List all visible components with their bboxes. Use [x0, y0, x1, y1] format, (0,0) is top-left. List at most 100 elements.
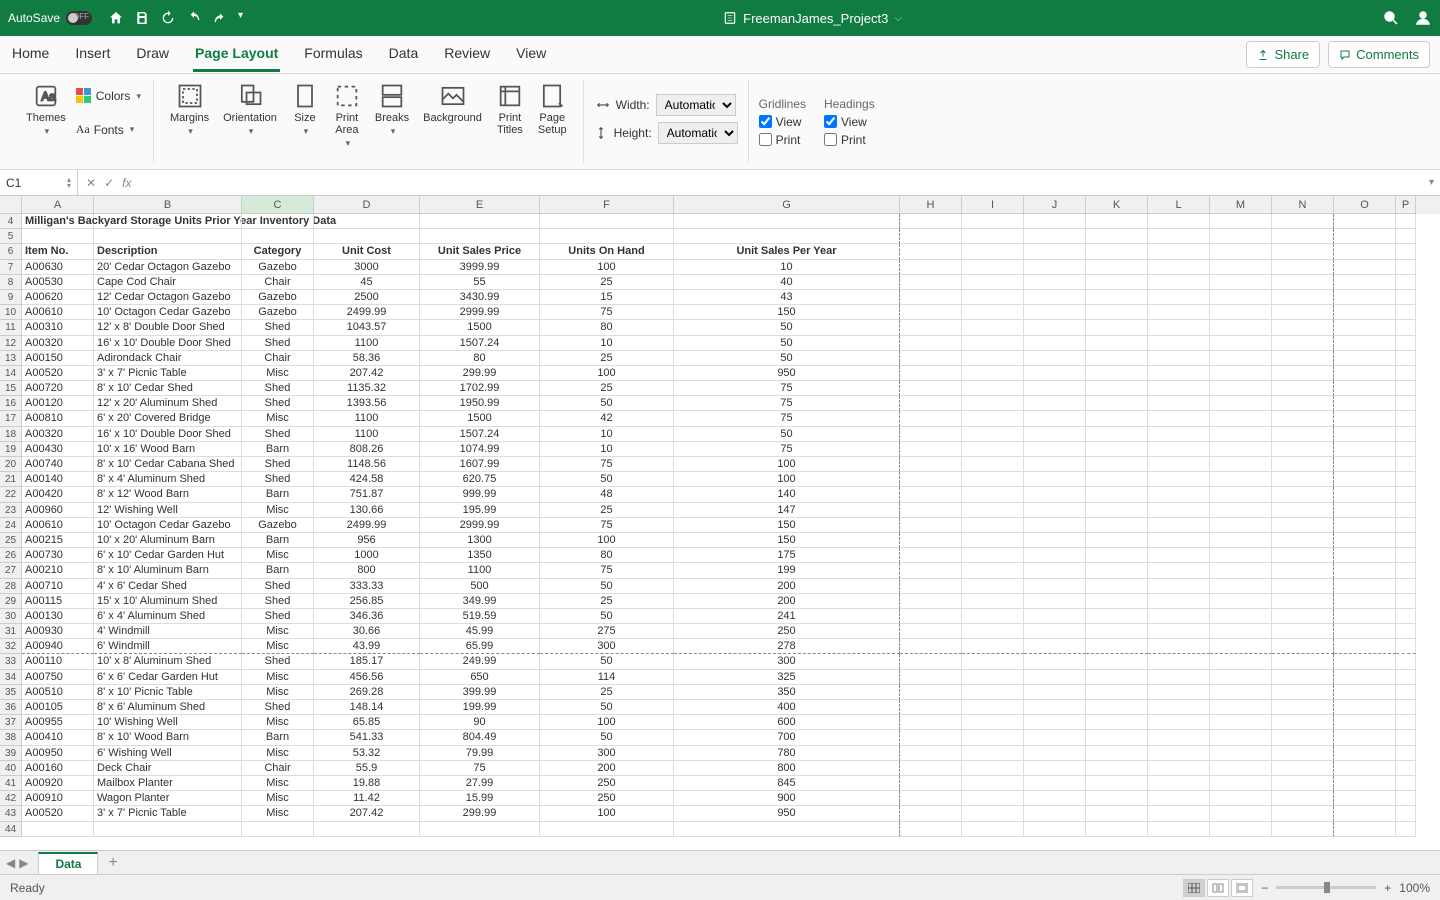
- cell-F30[interactable]: 50: [540, 609, 674, 624]
- cell-C22[interactable]: Barn: [242, 487, 314, 502]
- cell-C27[interactable]: Barn: [242, 563, 314, 578]
- cell-H22[interactable]: [900, 487, 962, 502]
- cell-C28[interactable]: Shed: [242, 579, 314, 594]
- cell-A15[interactable]: A00720: [22, 381, 94, 396]
- cell-L28[interactable]: [1148, 579, 1210, 594]
- cell-H5[interactable]: [900, 229, 962, 244]
- cell-O16[interactable]: [1334, 396, 1396, 411]
- cell-A22[interactable]: A00420: [22, 487, 94, 502]
- spreadsheet-grid[interactable]: ABCDEFGHIJKLMNOP 45678910111213141516171…: [0, 196, 1440, 850]
- cell-I40[interactable]: [962, 761, 1024, 776]
- cell-E42[interactable]: 15.99: [420, 791, 540, 806]
- cell-D26[interactable]: 1000: [314, 548, 420, 563]
- cell-D11[interactable]: 1043.57: [314, 320, 420, 335]
- cell-N25[interactable]: [1272, 533, 1334, 548]
- row-header-20[interactable]: 20: [0, 457, 22, 472]
- cell-C37[interactable]: Misc: [242, 715, 314, 730]
- cell-K31[interactable]: [1086, 624, 1148, 639]
- cell-G42[interactable]: 900: [674, 791, 900, 806]
- cell-K14[interactable]: [1086, 366, 1148, 381]
- cell-L9[interactable]: [1148, 290, 1210, 305]
- cell-B6[interactable]: Description: [94, 244, 242, 259]
- cell-K24[interactable]: [1086, 518, 1148, 533]
- cell-J43[interactable]: [1024, 806, 1086, 821]
- cell-G37[interactable]: 600: [674, 715, 900, 730]
- row-header-26[interactable]: 26: [0, 548, 22, 563]
- cell-L20[interactable]: [1148, 457, 1210, 472]
- cell-M21[interactable]: [1210, 472, 1272, 487]
- cell-B27[interactable]: 8' x 10' Aluminum Barn: [94, 563, 242, 578]
- cell-I37[interactable]: [962, 715, 1024, 730]
- orientation-button[interactable]: Orientation: [217, 80, 283, 139]
- cell-C42[interactable]: Misc: [242, 791, 314, 806]
- cell-H16[interactable]: [900, 396, 962, 411]
- cell-G23[interactable]: 147: [674, 503, 900, 518]
- cell-K13[interactable]: [1086, 351, 1148, 366]
- cell-C29[interactable]: Shed: [242, 594, 314, 609]
- cell-I6[interactable]: [962, 244, 1024, 259]
- tab-formulas[interactable]: Formulas: [302, 37, 364, 72]
- cell-O25[interactable]: [1334, 533, 1396, 548]
- cell-L22[interactable]: [1148, 487, 1210, 502]
- cell-M16[interactable]: [1210, 396, 1272, 411]
- cell-I41[interactable]: [962, 776, 1024, 791]
- cell-B41[interactable]: Mailbox Planter: [94, 776, 242, 791]
- cell-D28[interactable]: 333.33: [314, 579, 420, 594]
- cell-A28[interactable]: A00710: [22, 579, 94, 594]
- cell-M43[interactable]: [1210, 806, 1272, 821]
- cell-O8[interactable]: [1334, 275, 1396, 290]
- cell-E30[interactable]: 519.59: [420, 609, 540, 624]
- cell-G36[interactable]: 400: [674, 700, 900, 715]
- cell-D33[interactable]: 185.17: [314, 654, 420, 669]
- cell-J29[interactable]: [1024, 594, 1086, 609]
- cell-E37[interactable]: 90: [420, 715, 540, 730]
- cell-L11[interactable]: [1148, 320, 1210, 335]
- page-setup-button[interactable]: Page Setup: [532, 80, 573, 138]
- cell-E10[interactable]: 2999.99: [420, 305, 540, 320]
- cell-E31[interactable]: 45.99: [420, 624, 540, 639]
- cell-G17[interactable]: 75: [674, 411, 900, 426]
- cell-O26[interactable]: [1334, 548, 1396, 563]
- cell-L7[interactable]: [1148, 260, 1210, 275]
- cell-K5[interactable]: [1086, 229, 1148, 244]
- cell-F16[interactable]: 50: [540, 396, 674, 411]
- cell-A38[interactable]: A00410: [22, 730, 94, 745]
- cell-B17[interactable]: 6' x 20' Covered Bridge: [94, 411, 242, 426]
- cell-F5[interactable]: [540, 229, 674, 244]
- cell-A13[interactable]: A00150: [22, 351, 94, 366]
- cell-G19[interactable]: 75: [674, 442, 900, 457]
- row-header-42[interactable]: 42: [0, 791, 22, 806]
- cell-B23[interactable]: 12' Wishing Well: [94, 503, 242, 518]
- cell-N13[interactable]: [1272, 351, 1334, 366]
- cell-L15[interactable]: [1148, 381, 1210, 396]
- cell-F43[interactable]: 100: [540, 806, 674, 821]
- col-header-P[interactable]: P: [1396, 196, 1416, 214]
- col-header-L[interactable]: L: [1148, 196, 1210, 214]
- cell-K42[interactable]: [1086, 791, 1148, 806]
- cell-E29[interactable]: 349.99: [420, 594, 540, 609]
- cell-F12[interactable]: 10: [540, 336, 674, 351]
- print-titles-button[interactable]: Print Titles: [490, 80, 530, 138]
- cell-M14[interactable]: [1210, 366, 1272, 381]
- cell-M4[interactable]: [1210, 214, 1272, 229]
- cell-H27[interactable]: [900, 563, 962, 578]
- col-header-C[interactable]: C: [242, 196, 314, 214]
- height-select[interactable]: Automatic: [658, 122, 738, 144]
- tab-draw[interactable]: Draw: [134, 37, 171, 72]
- col-header-O[interactable]: O: [1334, 196, 1396, 214]
- row-header-31[interactable]: 31: [0, 624, 22, 639]
- cell-K38[interactable]: [1086, 730, 1148, 745]
- cell-O11[interactable]: [1334, 320, 1396, 335]
- themes-button[interactable]: Aa Themes: [20, 80, 72, 139]
- cell-F19[interactable]: 10: [540, 442, 674, 457]
- cell-L16[interactable]: [1148, 396, 1210, 411]
- cell-C16[interactable]: Shed: [242, 396, 314, 411]
- cell-F29[interactable]: 25: [540, 594, 674, 609]
- zoom-in-button[interactable]: +: [1384, 881, 1391, 895]
- cell-J11[interactable]: [1024, 320, 1086, 335]
- cell-D23[interactable]: 130.66: [314, 503, 420, 518]
- gridlines-view-checkbox[interactable]: View: [759, 115, 806, 129]
- cell-K43[interactable]: [1086, 806, 1148, 821]
- add-sheet-button[interactable]: +: [108, 854, 117, 872]
- cell-E40[interactable]: 75: [420, 761, 540, 776]
